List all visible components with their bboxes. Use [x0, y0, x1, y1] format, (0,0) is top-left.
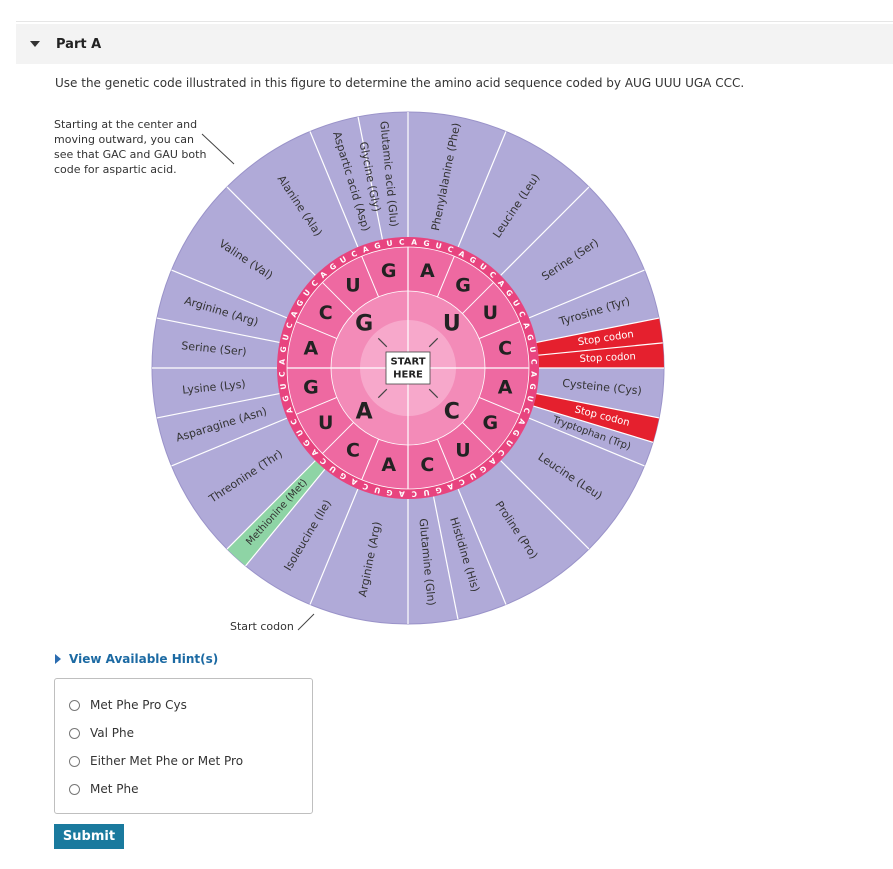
- answer-option-label: Met Phe: [90, 782, 139, 796]
- second-base-letter: A: [420, 260, 435, 282]
- second-base-letter: U: [483, 302, 498, 324]
- second-base-letter: U: [345, 275, 360, 297]
- submit-button[interactable]: Submit: [54, 824, 124, 849]
- genetic-code-figure: AGUCAGUCAGUCAGUCAGUCAGUCAGUCAGUCAGUCAGUC…: [52, 102, 672, 642]
- third-base-letter: A: [278, 359, 287, 365]
- third-base-letter: A: [411, 238, 417, 247]
- second-base-letter: A: [304, 338, 319, 360]
- second-base-letter: C: [498, 338, 512, 360]
- radio-button[interactable]: [69, 755, 80, 767]
- annotation-text: code for aspartic acid.: [54, 163, 177, 176]
- first-base-letter: U: [443, 312, 461, 337]
- expand-caret-icon: [55, 654, 61, 664]
- part-header[interactable]: Part A: [16, 24, 893, 64]
- third-base-letter: A: [399, 489, 405, 498]
- second-base-letter: G: [455, 275, 471, 297]
- first-base-letter: C: [444, 399, 460, 424]
- third-base-letter: G: [278, 346, 288, 353]
- part-title: Part A: [56, 36, 102, 52]
- third-base-letter: C: [529, 359, 538, 365]
- second-base-letter: G: [381, 260, 397, 282]
- first-base-letter: A: [356, 399, 373, 424]
- second-base-letter: U: [318, 412, 333, 434]
- answer-option[interactable]: Met Phe Pro Cys: [69, 698, 187, 712]
- start-here-label: START: [390, 357, 425, 368]
- second-base-letter: C: [420, 454, 434, 476]
- second-base-letter: U: [455, 439, 470, 461]
- third-base-letter: G: [386, 488, 393, 498]
- question-text: Use the genetic code illustrated in this…: [55, 76, 745, 90]
- second-base-letter: G: [303, 376, 319, 398]
- answer-option[interactable]: Met Phe: [69, 782, 138, 796]
- annotation-pointer-icon: [201, 133, 235, 165]
- start-codon-label: Start codon: [230, 620, 294, 633]
- collapse-caret-icon[interactable]: [30, 41, 40, 47]
- second-base-letter: A: [381, 454, 396, 476]
- third-base-letter: U: [278, 383, 288, 390]
- answer-option[interactable]: Val Phe: [69, 726, 134, 740]
- third-base-letter: U: [423, 488, 430, 498]
- third-base-letter: U: [386, 238, 393, 248]
- annotation-text: see that GAC and GAU both: [54, 148, 206, 161]
- third-base-letter: C: [411, 489, 417, 498]
- third-base-letter: U: [528, 346, 538, 353]
- view-hints-label: View Available Hint(s): [69, 652, 219, 666]
- answer-option-label: Either Met Phe or Met Pro: [90, 754, 244, 768]
- start-codon-pointer-icon: [297, 613, 315, 631]
- third-base-letter: C: [277, 371, 286, 377]
- annotation-text: Starting at the center and: [54, 118, 197, 131]
- second-base-letter: A: [498, 376, 513, 398]
- second-base-letter: C: [346, 439, 360, 461]
- radio-button[interactable]: [69, 727, 80, 739]
- third-base-letter: G: [423, 238, 430, 248]
- answer-option-label: Val Phe: [90, 726, 135, 740]
- start-here-label: HERE: [393, 370, 423, 381]
- radio-button[interactable]: [69, 783, 80, 795]
- answer-option-label: Met Phe Pro Cys: [90, 698, 187, 712]
- top-divider: [16, 21, 893, 22]
- first-base-letter: G: [355, 312, 373, 337]
- view-hints-toggle[interactable]: View Available Hint(s): [55, 652, 218, 666]
- radio-button[interactable]: [69, 699, 80, 711]
- answer-option[interactable]: Either Met Phe or Met Pro: [69, 754, 243, 768]
- second-base-letter: C: [319, 302, 333, 324]
- genetic-code-wheel: A G U C AGUCAGUCAGUCAGUCAGUCAGUCAGUCAGUCAGUC…: [54, 111, 665, 633]
- annotation-text: moving outward, you can: [54, 133, 194, 146]
- third-base-letter: A: [529, 371, 538, 377]
- second-base-letter: G: [483, 412, 499, 434]
- third-base-letter: C: [399, 237, 405, 246]
- answer-options: Met Phe Pro Cys Val Phe Either Met Phe o…: [54, 678, 313, 814]
- third-base-letter: G: [528, 383, 538, 390]
